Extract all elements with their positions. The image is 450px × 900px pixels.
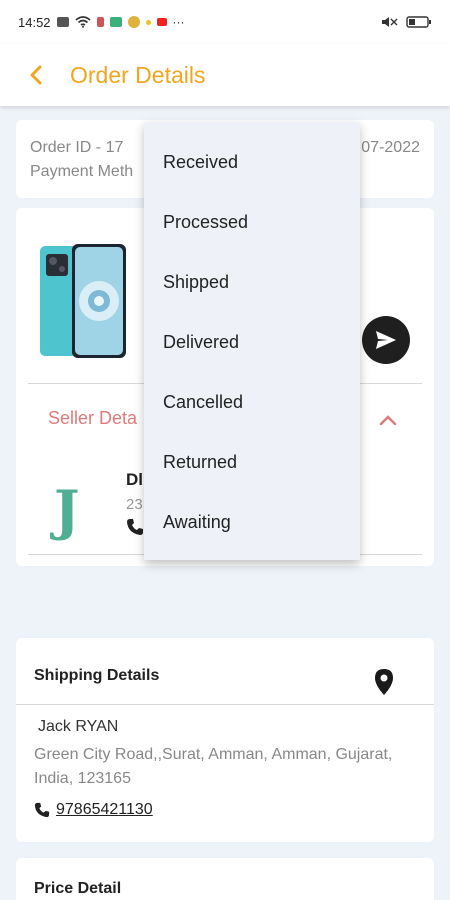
mute-icon <box>382 17 398 27</box>
phone-icon[interactable] <box>126 518 144 536</box>
shipping-details-title: Shipping Details <box>34 667 160 684</box>
wifi-icon <box>75 16 91 28</box>
price-detail-card: Price Detail <box>16 858 434 900</box>
menu-item-shipped[interactable]: Shipped <box>144 252 360 312</box>
seller-name: Dl <box>126 470 143 489</box>
shipping-address: Green City Road,,Surat, Amman, Amman, Gu… <box>34 746 393 787</box>
gallery-icon <box>56 17 69 27</box>
order-id: Order ID - 17 <box>30 139 124 156</box>
app-notification-icon <box>145 19 151 25</box>
page-title: Order Details <box>70 61 206 88</box>
menu-item-cancelled[interactable]: Cancelled <box>144 372 360 432</box>
send-icon <box>376 331 396 349</box>
order-date: 07-2022 <box>361 139 420 156</box>
order-status-menu: Received Processed Shipped Delivered Can… <box>144 122 360 560</box>
shipping-details-card: Shipping Details Jack RYAN Green City Ro… <box>16 638 434 842</box>
app-notification-icon <box>127 16 140 28</box>
menu-item-received[interactable]: Received <box>144 132 360 192</box>
back-arrow-icon <box>30 65 42 85</box>
shipping-phone-link[interactable]: 97865421130 <box>56 801 153 819</box>
price-detail-title: Price Detail <box>34 880 122 897</box>
divider <box>16 704 434 705</box>
menu-item-delivered[interactable]: Delivered <box>144 312 360 372</box>
status-bar: 14:52 ··· <box>0 0 450 44</box>
seller-address: 23 <box>126 496 143 513</box>
status-time: 14:52 <box>18 14 51 30</box>
more-notifications-icon: ··· <box>172 15 185 29</box>
youtube-icon <box>156 18 167 26</box>
chevron-up-icon[interactable] <box>376 410 400 430</box>
app-notification-icon <box>96 17 104 27</box>
back-button[interactable] <box>16 55 56 95</box>
battery-icon <box>406 16 431 28</box>
payment-method: Payment Meth <box>30 163 134 180</box>
location-pin-icon[interactable] <box>372 668 396 696</box>
product-image <box>40 244 126 358</box>
seller-logo: J <box>54 478 80 542</box>
app-bar: Order Details <box>0 44 450 106</box>
phone-icon <box>34 802 50 818</box>
app-notification-icon <box>109 17 122 27</box>
send-button[interactable] <box>362 316 410 364</box>
seller-details-header[interactable]: Seller Deta <box>48 408 137 429</box>
menu-item-returned[interactable]: Returned <box>144 432 360 492</box>
recipient-name: Jack RYAN <box>38 718 119 735</box>
shipping-phone-row: 97865421130 <box>34 801 153 819</box>
menu-item-processed[interactable]: Processed <box>144 192 360 252</box>
menu-item-awaiting[interactable]: Awaiting <box>144 492 360 552</box>
